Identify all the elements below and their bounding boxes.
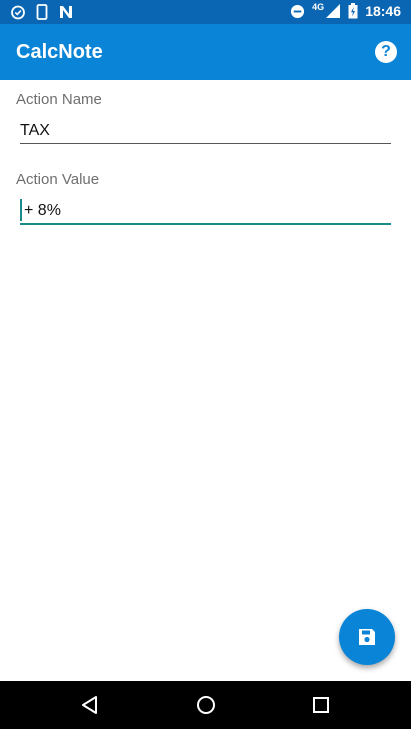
- phone-outline-icon: [36, 4, 48, 20]
- signal-icon: [326, 4, 341, 18]
- action-name-underline: [20, 143, 391, 144]
- navigation-bar: [0, 681, 411, 729]
- do-not-disturb-icon: [291, 4, 305, 18]
- save-button[interactable]: [339, 609, 395, 665]
- text-cursor: [20, 199, 22, 221]
- status-clock: 18:46: [365, 3, 401, 19]
- back-icon[interactable]: [78, 693, 102, 717]
- status-bar: 4G 18:46: [0, 0, 411, 24]
- help-button[interactable]: ?: [375, 41, 397, 63]
- n-icon: [60, 6, 72, 18]
- save-icon: [359, 629, 375, 645]
- action-value-underline: [20, 223, 391, 225]
- action-name-input[interactable]: [20, 118, 391, 144]
- action-name-label: Action Name: [16, 91, 102, 108]
- recents-icon[interactable]: [309, 693, 333, 717]
- battery-icon: [348, 3, 358, 19]
- home-icon[interactable]: [194, 693, 218, 717]
- help-circle-icon: ?: [381, 43, 391, 60]
- action-value-label: Action Value: [16, 171, 100, 188]
- app-title: CalcNote: [16, 41, 103, 63]
- alarm-clock-icon: [11, 5, 25, 20]
- status-left-icons: [10, 4, 74, 20]
- app-bar: CalcNote: [0, 24, 411, 80]
- action-value-input[interactable]: [24, 198, 391, 224]
- status-right-icons: 4G 18:46: [290, 2, 401, 19]
- network-type-label: 4G: [312, 2, 325, 12]
